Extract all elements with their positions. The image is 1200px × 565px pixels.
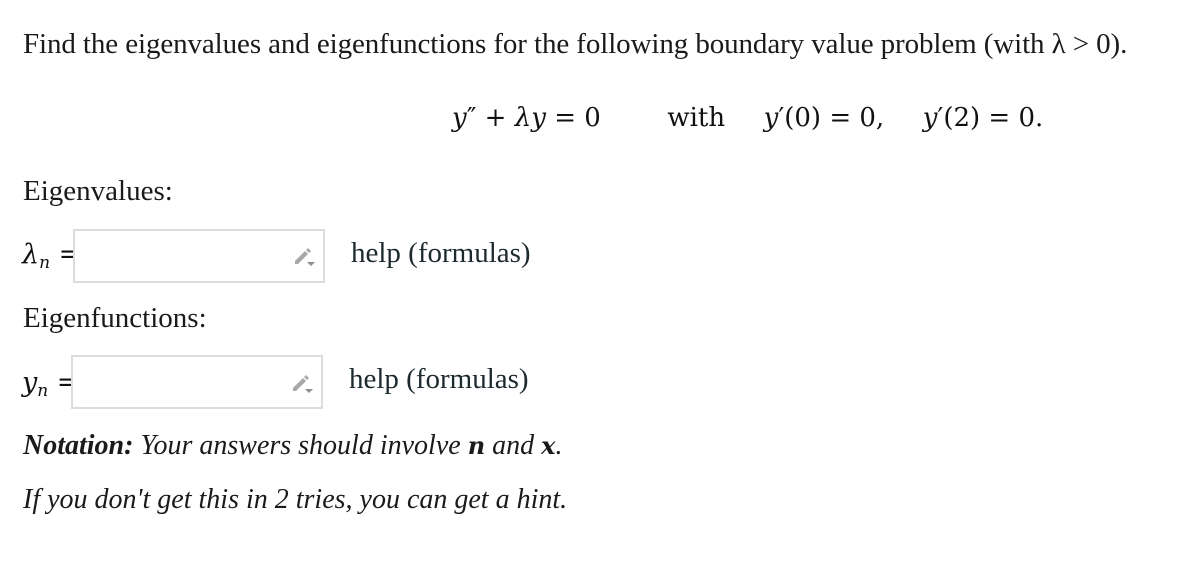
eigenvalues-heading: Eigenvalues: [23,175,173,207]
eigenvalue-answer-row: λn = help (formulas) [22,229,542,287]
notation-var-x: x [541,431,556,460]
notation-var-n: n [467,431,486,460]
notation-label: Notation: [23,430,134,461]
notation-text-before: Your answers should involve [133,430,468,461]
bc1-y: y [763,103,779,133]
bc2-y: y [922,103,938,133]
eigenvalue-help-link[interactable]: help (formulas) [351,237,531,270]
eq-y: y [452,103,467,133]
eq-rhs: = 0 [545,103,601,133]
eq-lambda: λ [514,103,532,133]
y-subscript: n [37,381,49,401]
pencil-dropdown-icon[interactable] [292,244,316,268]
eq-with: with [667,103,726,133]
eigenfunction-help-link[interactable]: help (formulas) [349,363,529,396]
hint-message: If you don't get this in 2 tries, you ca… [23,484,568,515]
y-symbol: y [22,367,38,398]
eigenfunction-answer-row: yn = help (formulas) [22,355,542,413]
boundary-value-equation: y″ + λy = 0 with y′(0) = 0, y′(2) = 0. [452,103,1043,133]
bc2-rest: ′(2) = 0. [937,103,1044,133]
eigenfunctions-heading: Eigenfunctions: [23,302,207,334]
notation-text-after: . [555,430,563,461]
eigenfunction-input[interactable] [71,355,323,409]
pencil-dropdown-icon[interactable] [290,371,314,395]
eq-double-prime: ″ [466,103,477,133]
eq-y2: y [531,103,546,133]
problem-prompt: Find the eigenvalues and eigenfunctions … [23,28,1128,60]
lambda-symbol: λ [22,239,40,270]
lambda-subscript: n [39,253,51,273]
notation-text-mid: and [485,430,542,461]
bc1-rest: ′(0) = 0, [778,103,885,133]
eq-plus: + [476,103,515,133]
notation-line: Notation: Your answers should involve n … [23,430,562,462]
eigenvalue-input[interactable] [73,229,325,283]
